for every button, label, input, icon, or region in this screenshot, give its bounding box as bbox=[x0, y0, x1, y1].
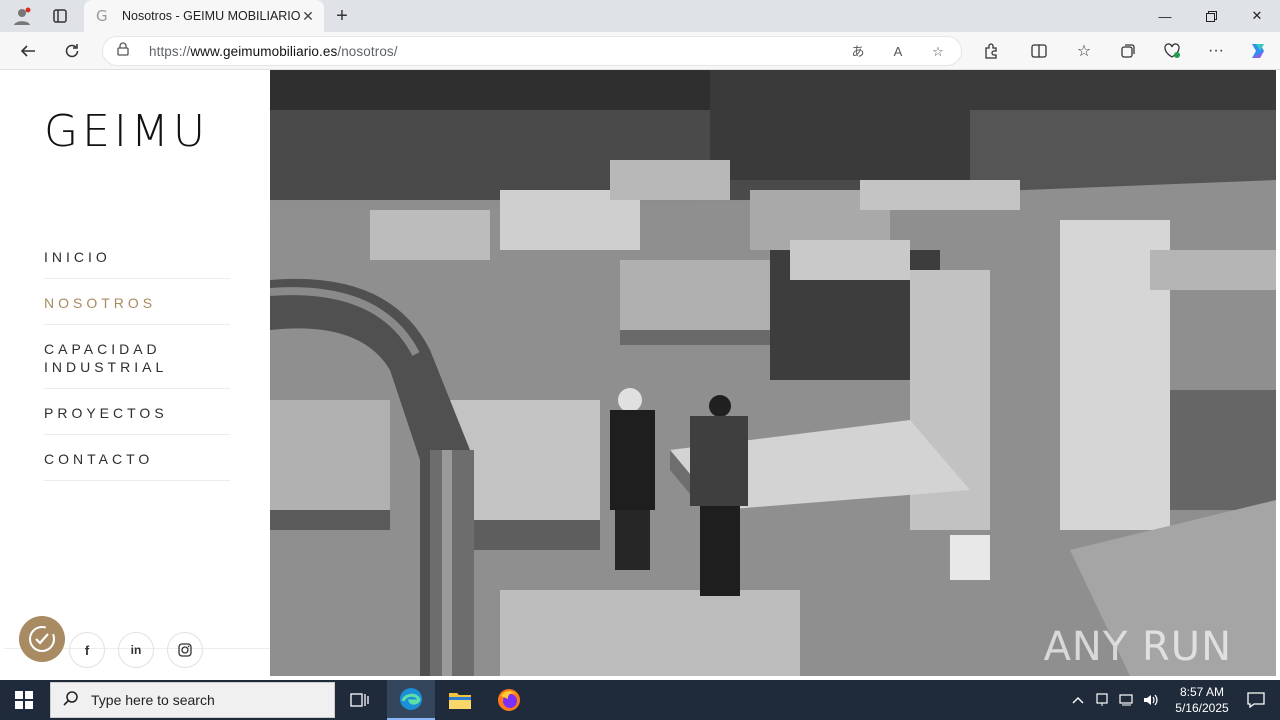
clock-date: 5/16/2025 bbox=[1175, 701, 1229, 715]
site-logo[interactable]: GEIMU bbox=[44, 106, 209, 157]
nav-item-contacto[interactable]: CONTACTO bbox=[44, 450, 230, 481]
clock-time: 8:57 AM bbox=[1179, 685, 1225, 699]
taskbar-search-placeholder: Type here to search bbox=[91, 692, 215, 708]
taskbar-clock[interactable]: 8:57 AM 5/16/2025 bbox=[1172, 684, 1232, 716]
favorite-star-icon[interactable]: ☆ bbox=[927, 41, 949, 63]
settings-more-icon[interactable]: ··· bbox=[1202, 37, 1230, 65]
edge-taskbar-icon[interactable] bbox=[387, 680, 435, 720]
read-aloud-icon[interactable]: A͏ bbox=[887, 41, 909, 63]
minimize-button[interactable]: — bbox=[1142, 0, 1188, 32]
refresh-icon[interactable] bbox=[58, 37, 86, 65]
facebook-icon[interactable]: f bbox=[69, 632, 105, 668]
translate-icon[interactable]: あ bbox=[847, 41, 869, 63]
windows-start-icon[interactable] bbox=[0, 680, 48, 720]
copilot-icon[interactable] bbox=[1244, 37, 1272, 65]
linkedin-icon[interactable]: in bbox=[118, 632, 154, 668]
taskbar-search-box[interactable]: Type here to search bbox=[50, 682, 335, 718]
search-icon bbox=[63, 690, 79, 711]
tab-favicon-icon: G bbox=[96, 7, 108, 25]
extensions-icon[interactable] bbox=[977, 37, 1005, 65]
tab-actions-icon[interactable] bbox=[46, 4, 74, 28]
restore-button[interactable] bbox=[1188, 0, 1234, 32]
browser-toolbar: https://www.geimumobiliario.es/nosotros/… bbox=[0, 32, 1280, 70]
new-tab-button[interactable]: + bbox=[330, 4, 354, 28]
firefox-icon[interactable] bbox=[485, 680, 533, 720]
cookie-settings-icon[interactable] bbox=[19, 616, 65, 662]
volume-icon[interactable] bbox=[1140, 680, 1162, 720]
nav-item-nosotros[interactable]: NOSOTROS bbox=[44, 294, 230, 325]
file-explorer-icon[interactable] bbox=[436, 680, 484, 720]
watermark-text: ANY RUN bbox=[1043, 624, 1232, 670]
tab-title: Nosotros - GEIMU MOBILIARIO bbox=[122, 9, 300, 23]
network-icon[interactable] bbox=[1116, 680, 1138, 720]
url-text: https://www.geimumobiliario.es/nosotros/ bbox=[149, 44, 398, 59]
browser-tab-strip: G Nosotros - GEIMU MOBILIARIO ✕ + — ✕ bbox=[0, 0, 1280, 32]
factory-floor-image bbox=[270, 70, 1276, 676]
instagram-icon[interactable] bbox=[167, 632, 203, 668]
task-view-icon[interactable] bbox=[336, 680, 384, 720]
address-bar[interactable]: https://www.geimumobiliario.es/nosotros/… bbox=[102, 36, 962, 66]
favorites-icon[interactable]: ☆ bbox=[1070, 37, 1098, 65]
notification-center-icon[interactable] bbox=[1232, 680, 1280, 720]
profile-icon[interactable] bbox=[8, 4, 36, 28]
close-tab-icon[interactable]: ✕ bbox=[300, 8, 316, 25]
browser-essentials-icon[interactable] bbox=[1158, 37, 1186, 65]
active-tab[interactable]: G Nosotros - GEIMU MOBILIARIO ✕ bbox=[84, 0, 324, 32]
close-window-button[interactable]: ✕ bbox=[1234, 0, 1280, 32]
hero-factory-photo: ANY RUN bbox=[270, 70, 1276, 676]
site-sidebar: GEIMU INICIO NOSOTROS CAPACIDAD INDUSTRI… bbox=[4, 70, 270, 676]
nav-item-capacidad-industrial[interactable]: CAPACIDAD INDUSTRIAL bbox=[44, 340, 230, 389]
windows-taskbar: Type here to search 8:57 AM 5/16/2025 bbox=[0, 680, 1280, 720]
nav-item-proyectos[interactable]: PROYECTOS bbox=[44, 404, 230, 435]
back-icon[interactable] bbox=[14, 37, 42, 65]
split-screen-icon[interactable] bbox=[1025, 37, 1053, 65]
collections-icon[interactable] bbox=[1114, 37, 1142, 65]
network-status-icon[interactable] bbox=[1092, 680, 1114, 720]
lock-icon[interactable] bbox=[117, 42, 129, 59]
web-page: GEIMU INICIO NOSOTROS CAPACIDAD INDUSTRI… bbox=[4, 70, 1276, 676]
show-hidden-icons-icon[interactable] bbox=[1066, 680, 1090, 720]
nav-item-inicio[interactable]: INICIO bbox=[44, 248, 230, 279]
